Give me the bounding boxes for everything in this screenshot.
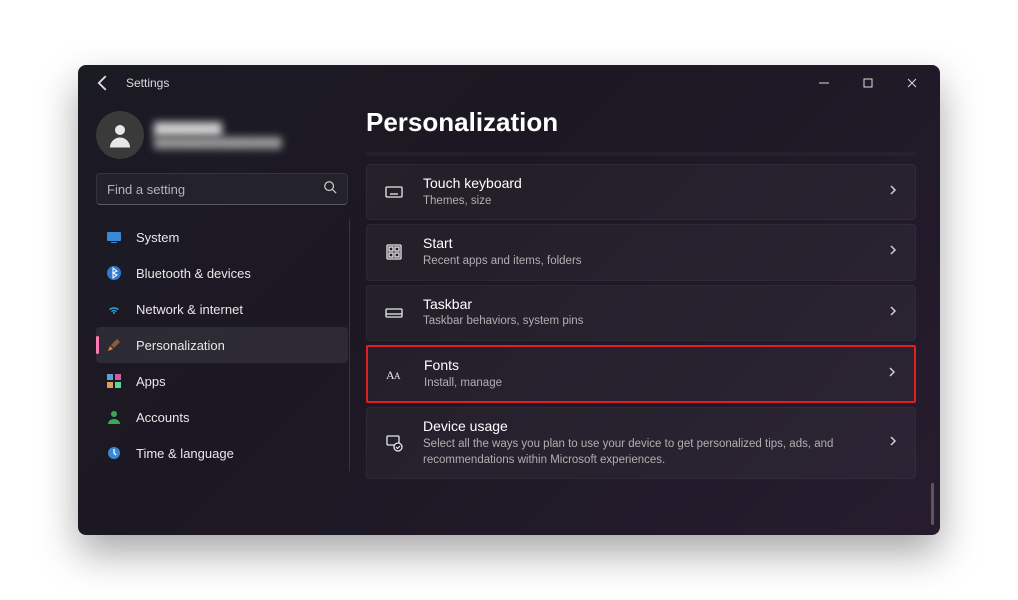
main-scrollbar[interactable] xyxy=(931,151,934,525)
maximize-button[interactable] xyxy=(846,68,890,98)
settings-window: Settings ████████ ██████████████████ xyxy=(78,65,940,535)
nav-item-apps[interactable]: Apps xyxy=(96,363,348,399)
person-icon xyxy=(106,409,122,425)
nav-label: Bluetooth & devices xyxy=(136,266,251,281)
nav-label: System xyxy=(136,230,179,245)
card-subtitle: Install, manage xyxy=(424,376,868,392)
chevron-right-icon xyxy=(887,434,899,452)
profile[interactable]: ████████ ██████████████████ xyxy=(96,105,348,173)
nav-label: Network & internet xyxy=(136,302,243,317)
window-controls xyxy=(802,68,934,98)
search-icon xyxy=(323,180,337,199)
fonts-icon: AA xyxy=(384,363,406,385)
paintbrush-icon xyxy=(106,337,122,353)
sidebar-scroll-track xyxy=(349,219,350,471)
card-subtitle: Recent apps and items, folders xyxy=(423,254,869,270)
window-title: Settings xyxy=(126,76,169,90)
nav-item-system[interactable]: System xyxy=(96,219,348,255)
nav-item-personalization[interactable]: Personalization xyxy=(96,327,348,363)
svg-text:A: A xyxy=(394,371,401,381)
keyboard-icon xyxy=(383,181,405,203)
nav-label: Personalization xyxy=(136,338,225,353)
card-device-usage[interactable]: Device usage Select all the ways you pla… xyxy=(366,407,916,479)
main-content: Personalization Touch keyboard Themes, s… xyxy=(358,101,940,535)
chevron-right-icon xyxy=(887,243,899,261)
globe-clock-icon xyxy=(106,445,122,461)
scrollbar-thumb[interactable] xyxy=(931,483,934,525)
card-start[interactable]: Start Recent apps and items, folders xyxy=(366,224,916,280)
apps-icon xyxy=(106,373,122,389)
profile-email: ██████████████████ xyxy=(154,138,282,149)
nav-label: Time & language xyxy=(136,446,234,461)
nav-item-network[interactable]: Network & internet xyxy=(96,291,348,327)
divider xyxy=(366,152,916,156)
sidebar: ████████ ██████████████████ System xyxy=(78,101,358,535)
card-fonts[interactable]: AA Fonts Install, manage xyxy=(366,345,916,403)
card-title: Touch keyboard xyxy=(423,175,869,192)
card-subtitle: Select all the ways you plan to use your… xyxy=(423,437,869,468)
monitor-icon xyxy=(106,229,122,245)
search-box[interactable] xyxy=(96,173,348,205)
search-input[interactable] xyxy=(107,182,323,197)
page-title: Personalization xyxy=(366,107,916,138)
profile-name: ████████ xyxy=(154,122,282,136)
nav-item-bluetooth[interactable]: Bluetooth & devices xyxy=(96,255,348,291)
titlebar: Settings xyxy=(78,65,940,101)
back-button[interactable] xyxy=(92,72,114,94)
nav-label: Apps xyxy=(136,374,166,389)
card-title: Device usage xyxy=(423,418,869,435)
card-touch-keyboard[interactable]: Touch keyboard Themes, size xyxy=(366,164,916,220)
card-title: Taskbar xyxy=(423,296,869,313)
bluetooth-icon xyxy=(106,265,122,281)
device-check-icon xyxy=(383,432,405,454)
card-title: Fonts xyxy=(424,357,868,374)
close-button[interactable] xyxy=(890,68,934,98)
minimize-button[interactable] xyxy=(802,68,846,98)
start-icon xyxy=(383,241,405,263)
wifi-icon xyxy=(106,301,122,317)
chevron-right-icon xyxy=(887,183,899,201)
nav-list: System Bluetooth & devices Network & int… xyxy=(96,219,348,471)
taskbar-icon xyxy=(383,302,405,324)
card-subtitle: Taskbar behaviors, system pins xyxy=(423,314,869,330)
nav-label: Accounts xyxy=(136,410,189,425)
card-subtitle: Themes, size xyxy=(423,194,869,210)
nav-item-time[interactable]: Time & language xyxy=(96,435,348,471)
card-title: Start xyxy=(423,235,869,252)
avatar xyxy=(96,111,144,159)
chevron-right-icon xyxy=(887,304,899,322)
chevron-right-icon xyxy=(886,365,898,383)
card-taskbar[interactable]: Taskbar Taskbar behaviors, system pins xyxy=(366,285,916,341)
nav-item-accounts[interactable]: Accounts xyxy=(96,399,348,435)
